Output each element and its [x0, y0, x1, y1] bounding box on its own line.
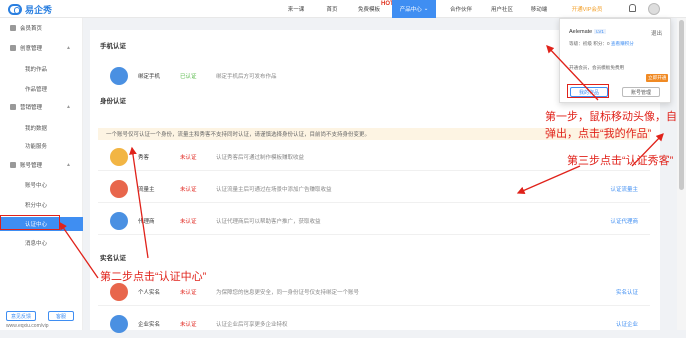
- arrow-step3-left: [129, 146, 149, 259]
- arrow-step3-mid: [516, 165, 581, 194]
- annotation-step2: 第二步点击“认证中心”: [100, 271, 207, 283]
- annotation-step1-line2: 弹出，点击“我的作品”: [545, 128, 652, 140]
- annotation-step1: 第一步，鼠标移动头像，自动 弹出，点击“我的作品”: [545, 109, 686, 143]
- annotation-step3: 第三步点击“认证秀客”: [567, 155, 674, 167]
- arrow-step2: [59, 221, 99, 279]
- scrollbar-thumb[interactable]: [679, 20, 684, 190]
- annotation-step1-line1: 第一步，鼠标移动头像，自动: [545, 111, 686, 123]
- arrow-step1: [546, 45, 599, 101]
